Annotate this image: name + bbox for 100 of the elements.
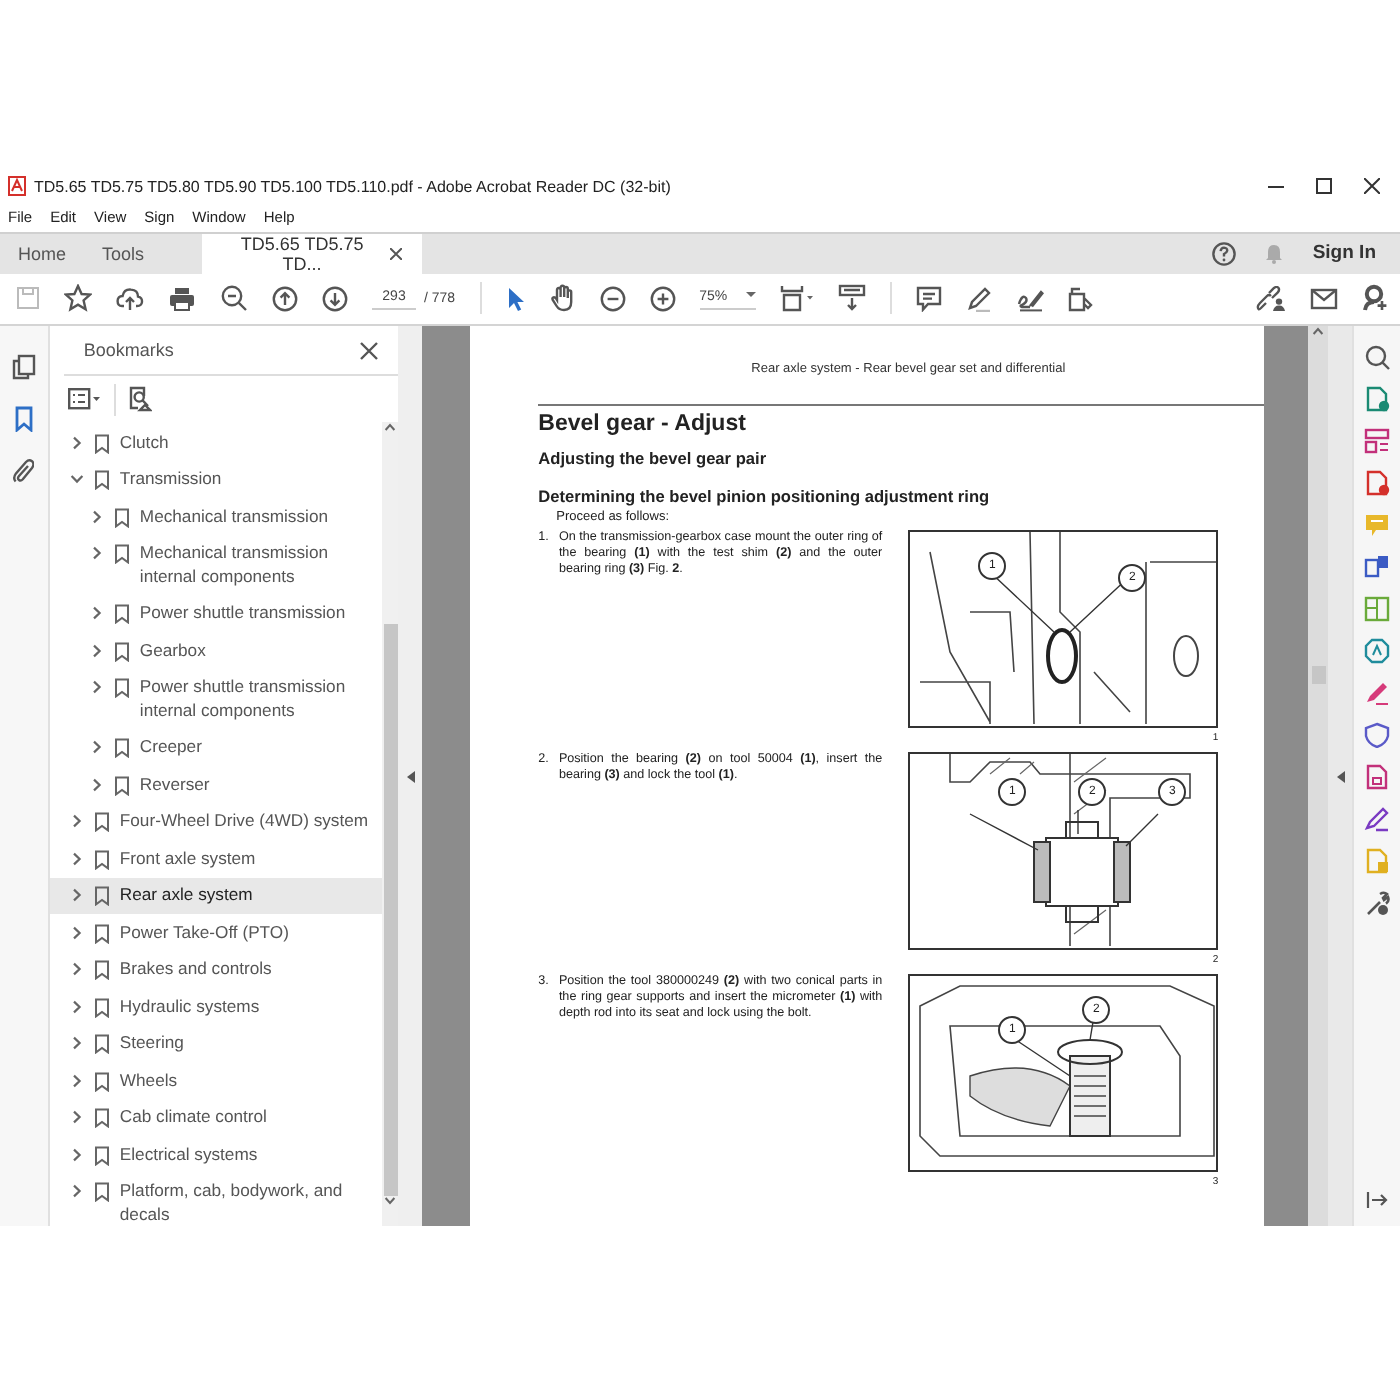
bookmark-label[interactable]: Rear axle system <box>119 884 253 907</box>
sign-in-link[interactable]: Sign In <box>1312 242 1376 265</box>
help-icon[interactable] <box>1212 241 1237 266</box>
comment-icon[interactable] <box>915 285 942 312</box>
cloud-upload-icon[interactable] <box>116 285 144 312</box>
options-icon[interactable] <box>67 388 102 410</box>
close-icon[interactable] <box>1364 178 1380 195</box>
scroll-down-icon[interactable] <box>384 1196 397 1206</box>
zoom-out-circle-icon[interactable] <box>599 285 626 312</box>
window-title: TD5.65 TD5.75 TD5.80 TD5.90 TD5.100 TD5.110.pdf - Adobe Acrobat Reader DC (32-bit) <box>34 177 671 196</box>
chevron-right-icon[interactable] <box>90 740 105 754</box>
signature-icon[interactable] <box>1015 285 1044 312</box>
bookmark-label[interactable]: Creeper <box>139 736 202 759</box>
subheading: Determining the bevel pinion positioning adjustment ring <box>538 486 992 506</box>
paperclip-icon[interactable] <box>12 458 35 484</box>
combine-icon[interactable] <box>1364 554 1391 580</box>
scrollbar-thumb[interactable] <box>383 624 398 1196</box>
chevron-right-icon[interactable] <box>70 1184 85 1198</box>
star-icon[interactable] <box>64 284 92 313</box>
document-icon[interactable] <box>1364 470 1391 496</box>
scroll-up-icon[interactable] <box>1312 326 1325 336</box>
caret-icon[interactable] <box>745 290 756 299</box>
maximize-icon[interactable] <box>1316 178 1332 195</box>
bookmark-icon[interactable] <box>13 406 34 432</box>
collapse-left-icon[interactable] <box>405 769 416 783</box>
scrollbar-thumb[interactable] <box>1311 666 1326 684</box>
tab[interactable]: TD5.65 TD5.75 TD... <box>202 233 423 274</box>
bookmark-label[interactable]: Power shuttle transmission <box>139 602 346 625</box>
expand-panel-icon[interactable] <box>1366 1190 1389 1210</box>
bookmark-label[interactable]: Wheels <box>119 1069 178 1092</box>
subheading: Adjusting the bevel gear pair <box>538 448 769 468</box>
fit-page-icon[interactable] <box>779 284 814 313</box>
scroll-mode-icon[interactable] <box>837 284 866 313</box>
bookmark-label[interactable]: Reverser <box>139 773 210 796</box>
add-user-icon[interactable] <box>1362 284 1388 313</box>
tag-icon[interactable] <box>1067 285 1094 312</box>
link-person-icon[interactable] <box>1256 285 1286 312</box>
pen-icon[interactable] <box>1364 680 1391 706</box>
chevron-right-icon[interactable] <box>70 999 85 1013</box>
zoom-icon[interactable] <box>1364 344 1391 370</box>
chevron-right-icon[interactable] <box>70 1073 85 1087</box>
zoom-in-circle-icon[interactable] <box>649 285 676 312</box>
chevron-right-icon[interactable] <box>70 1147 85 1161</box>
bookmark-label[interactable]: Electrical systems <box>119 1143 258 1166</box>
chevron-down-icon[interactable] <box>70 472 85 486</box>
close-icon[interactable] <box>360 341 379 359</box>
bookmark-label[interactable]: Cab climate control <box>119 1106 267 1129</box>
print-icon[interactable] <box>168 285 196 312</box>
arrow-down-icon[interactable] <box>322 285 348 312</box>
chevron-right-icon[interactable] <box>70 888 85 902</box>
document-icon[interactable] <box>1364 764 1391 790</box>
bookmark-label[interactable]: Brakes and controls <box>119 958 272 981</box>
chevron-right-icon[interactable] <box>70 814 85 828</box>
zoom-out-icon[interactable] <box>220 284 248 313</box>
chevron-right-icon[interactable] <box>70 925 85 939</box>
tools-icon[interactable] <box>1364 890 1391 916</box>
envelope-icon[interactable] <box>1310 287 1338 310</box>
pointer-icon[interactable] <box>505 285 526 312</box>
collapse-left-icon[interactable] <box>1335 769 1346 783</box>
chevron-right-icon[interactable] <box>90 680 105 694</box>
chevron-right-icon[interactable] <box>90 546 105 560</box>
tab[interactable]: Home <box>0 233 85 274</box>
chevron-right-icon[interactable] <box>90 643 105 657</box>
columns-icon[interactable] <box>1364 596 1391 622</box>
chevron-right-icon[interactable] <box>70 1110 85 1124</box>
pages-icon[interactable] <box>11 354 36 380</box>
chevron-right-icon[interactable] <box>90 606 105 620</box>
panel-title: Bookmarks <box>83 340 174 360</box>
find-bookmark-icon[interactable] <box>127 386 152 412</box>
pdf-icon <box>8 176 26 197</box>
chevron-right-icon[interactable] <box>70 962 85 976</box>
scroll-up-icon[interactable] <box>384 422 397 432</box>
shield-icon[interactable] <box>1364 722 1391 748</box>
bookmark-label[interactable]: Gearbox <box>139 639 206 662</box>
bookmark-label[interactable]: Mechanical transmission <box>139 505 328 528</box>
bookmark-label[interactable]: Hydraulic systems <box>119 995 260 1018</box>
bookmark-label[interactable]: Mechanical transmission internal components <box>139 542 383 588</box>
chevron-right-icon[interactable] <box>70 851 85 865</box>
bookmark-label[interactable]: Power Take-Off (PTO) <box>119 921 289 944</box>
bookmark-label[interactable]: Platform, cab, bodywork, and decals <box>119 1180 383 1226</box>
bookmark-label[interactable]: Steering <box>119 1032 184 1055</box>
bookmark-label[interactable]: Front axle system <box>119 847 256 870</box>
chevron-right-icon[interactable] <box>90 509 105 523</box>
chevron-right-icon[interactable] <box>90 777 105 791</box>
arrow-up-icon[interactable] <box>272 285 298 312</box>
layout-icon[interactable] <box>1364 428 1391 454</box>
chevron-right-icon[interactable] <box>70 435 85 449</box>
bookmark-label[interactable]: Four-Wheel Drive (4WD) system <box>119 810 369 833</box>
close-icon[interactable] <box>390 247 403 260</box>
signature-icon[interactable] <box>1364 806 1391 832</box>
tab[interactable]: Tools <box>84 233 163 274</box>
pen-icon[interactable] <box>965 285 992 312</box>
chevron-right-icon[interactable] <box>70 1036 85 1050</box>
bookmark-label[interactable]: Power shuttle transmission internal components <box>139 676 383 722</box>
badge-icon[interactable] <box>1364 638 1391 664</box>
hand-icon[interactable] <box>549 284 576 313</box>
section-heading: Bevel gear - Adjust <box>538 412 748 436</box>
document-icon[interactable] <box>1364 386 1391 412</box>
bookmark-label[interactable]: Clutch <box>119 431 169 454</box>
bookmark-label[interactable]: Transmission <box>119 468 222 491</box>
